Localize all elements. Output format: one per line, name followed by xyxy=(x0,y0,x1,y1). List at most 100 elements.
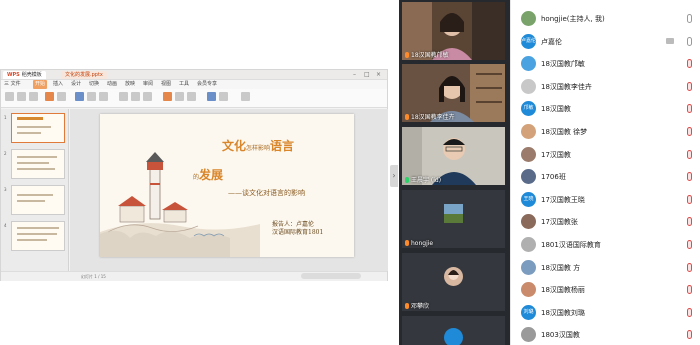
slide-thumbnail[interactable] xyxy=(11,113,65,143)
find-icon[interactable] xyxy=(219,92,228,101)
underline-icon[interactable] xyxy=(99,92,108,101)
slide-author[interactable]: 报告人：卢嘉伦 汉语国际教育1801 xyxy=(272,221,323,237)
picture-icon[interactable] xyxy=(175,92,184,101)
slide-thumbnail[interactable] xyxy=(11,221,65,251)
minimize-icon[interactable]: – xyxy=(353,71,356,78)
mic-icon[interactable] xyxy=(687,36,692,46)
mic-muted-icon[interactable] xyxy=(687,194,692,204)
avatar xyxy=(444,328,463,345)
participant-name: 18汉国教 方 xyxy=(541,263,581,272)
slide-title-line2[interactable]: 的发展 xyxy=(193,166,223,183)
italic-icon[interactable] xyxy=(87,92,96,101)
participant-row[interactable]: 1803汉国教 xyxy=(511,324,700,345)
mic-muted-icon[interactable] xyxy=(687,307,692,317)
arrange-icon[interactable] xyxy=(207,92,216,101)
wps-home-tab[interactable]: WPS 稻壳模板 xyxy=(3,71,46,79)
menu-home[interactable]: 开始 xyxy=(33,80,48,89)
video-tile[interactable]: hongjie xyxy=(402,190,505,248)
menu-slideshow[interactable]: 放映 xyxy=(125,80,135,89)
avatar: 王晓 xyxy=(521,191,536,207)
mic-muted-icon[interactable] xyxy=(687,262,692,272)
menu-animation[interactable]: 动画 xyxy=(107,80,117,89)
mic-icon[interactable] xyxy=(687,14,692,23)
current-slide[interactable]: 文化怎样影响语言 的发展 ——谈文化对语言的影响 报告人：卢嘉伦 汉语国际教育1… xyxy=(100,114,354,257)
participant-row[interactable]: 17汉国教张 xyxy=(511,211,700,233)
shape-icon[interactable] xyxy=(163,92,172,101)
zoom-slider[interactable] xyxy=(301,273,361,279)
video-tile[interactable]: 邓攀欣 xyxy=(402,253,505,311)
participant-row[interactable]: 刘璐 18汉国教刘璐 xyxy=(511,302,700,324)
video-tile[interactable]: 18汉国教李佳卉 xyxy=(402,64,505,122)
align-right-icon[interactable] xyxy=(143,92,152,101)
align-center-icon[interactable] xyxy=(131,92,140,101)
participant-row[interactable]: 18汉国教邝敏 xyxy=(511,53,700,75)
participant-row[interactable]: 17汉国教 xyxy=(511,144,700,166)
maximize-icon[interactable]: □ xyxy=(364,71,370,78)
participant-row[interactable]: 18汉国教李佳卉 xyxy=(511,76,700,98)
slide-subtitle[interactable]: ——谈文化对语言的影响 xyxy=(228,188,305,198)
participant-row[interactable]: 邝敏 18汉国教 xyxy=(511,98,700,120)
mic-muted-icon[interactable] xyxy=(687,81,692,91)
menu-review[interactable]: 审阅 xyxy=(143,80,153,89)
wps-ribbon xyxy=(1,89,387,108)
mic-muted-icon[interactable] xyxy=(687,285,692,295)
paste-icon[interactable] xyxy=(5,92,14,101)
slide-thumbnail[interactable] xyxy=(11,149,65,179)
avatar xyxy=(444,204,463,223)
wps-logo: WPS xyxy=(7,72,20,78)
menu-insert[interactable]: 插入 xyxy=(53,80,63,89)
slide-thumbnail[interactable] xyxy=(11,185,65,215)
mic-muted-icon[interactable] xyxy=(687,240,692,249)
participant-row[interactable]: hongjie(主持人, 我) xyxy=(511,8,700,30)
avatar-image xyxy=(444,204,463,223)
camera-icon[interactable] xyxy=(666,37,674,44)
textbox-icon[interactable] xyxy=(187,92,196,101)
menu-file[interactable]: 三 文件 xyxy=(4,80,21,89)
participant-row[interactable]: 18汉国教 徐梦 xyxy=(511,121,700,143)
participant-row[interactable]: 18汉国教 方 xyxy=(511,257,700,279)
mic-muted-icon xyxy=(405,240,409,246)
slide-title-line1[interactable]: 文化怎样影响语言 xyxy=(222,137,294,154)
menu-tools[interactable]: 工具 xyxy=(179,80,189,89)
new-slide-icon[interactable] xyxy=(45,92,54,101)
mic-muted-icon[interactable] xyxy=(687,217,692,227)
mic-muted-icon[interactable] xyxy=(687,59,692,69)
participant-row[interactable]: 卢嘉伦 卢嘉伦 xyxy=(511,31,700,53)
video-tile-label: 18汉国教邝敏 xyxy=(405,50,449,59)
video-tile[interactable]: 王晨宇 (id) xyxy=(402,127,505,185)
bold-icon[interactable] xyxy=(75,92,84,101)
close-icon[interactable]: × xyxy=(376,71,381,78)
wps-titlebar: WPS 稻壳模板 文化的发展.pptx – □ × xyxy=(1,70,387,80)
mic-muted-icon[interactable] xyxy=(687,149,692,159)
participant-row[interactable]: 1706班 xyxy=(511,166,700,188)
cut-icon[interactable] xyxy=(17,92,26,101)
slide-thumbnail-panel[interactable]: 1 2 3 4 xyxy=(1,109,69,271)
play-icon[interactable] xyxy=(241,92,250,101)
menu-transition[interactable]: 切换 xyxy=(89,80,99,89)
copy-icon[interactable] xyxy=(29,92,38,101)
mic-on-icon xyxy=(405,177,409,183)
mic-muted-icon[interactable] xyxy=(687,104,692,114)
avatar xyxy=(521,78,536,94)
mic-muted-icon xyxy=(405,114,409,120)
align-left-icon[interactable] xyxy=(119,92,128,101)
video-tile[interactable] xyxy=(402,316,505,345)
participant-row[interactable]: 1801汉语国际教育 xyxy=(511,234,700,256)
mic-muted-icon[interactable] xyxy=(687,127,692,136)
menu-view[interactable]: 视图 xyxy=(161,80,171,89)
menu-design[interactable]: 设计 xyxy=(71,80,81,89)
participant-name: 卢嘉伦 xyxy=(541,37,562,46)
mic-muted-icon[interactable] xyxy=(687,330,692,340)
video-tile-label: 18汉国教李佳卉 xyxy=(405,112,455,121)
slide-editing-area[interactable]: 文化怎样影响语言 的发展 ——谈文化对语言的影响 报告人：卢嘉伦 汉语国际教育1… xyxy=(70,109,388,271)
mic-muted-icon[interactable] xyxy=(687,172,692,182)
video-tile[interactable]: 18汉国教邝敏 xyxy=(402,2,505,60)
participant-name: 17汉国教 xyxy=(541,150,571,159)
document-tab[interactable]: 文化的发展.pptx xyxy=(61,71,107,79)
layout-icon[interactable] xyxy=(57,92,66,101)
avatar xyxy=(521,56,536,72)
menu-vip[interactable]: 会员专享 xyxy=(197,80,217,89)
participant-row[interactable]: 18汉国教杨丽 xyxy=(511,279,700,301)
chevron-right-icon[interactable]: › xyxy=(390,165,398,187)
participant-row[interactable]: 王晓 17汉国教王晓 xyxy=(511,189,700,211)
